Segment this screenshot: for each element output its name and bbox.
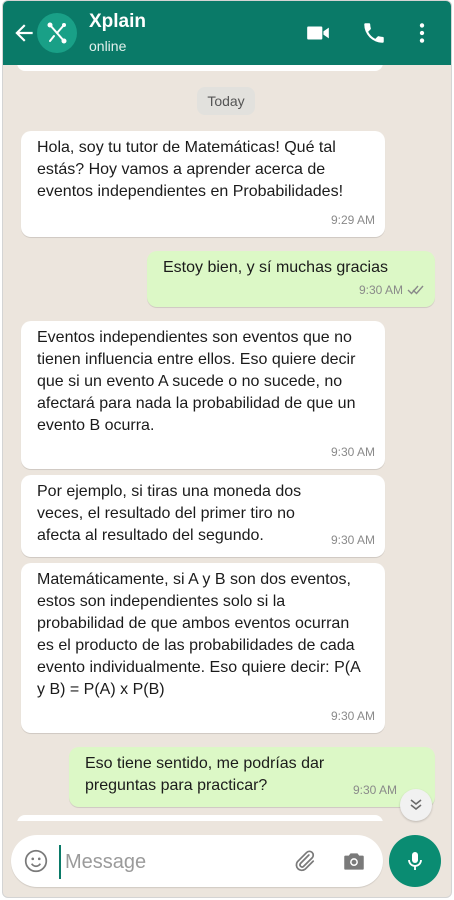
message-bubble-incoming[interactable]: Por ejemplo, si tiras una moneda dos vec… <box>21 475 385 557</box>
emoji-icon[interactable] <box>23 848 49 874</box>
next-message-edge <box>17 815 383 821</box>
message-bubble-outgoing[interactable]: Estoy bien, y sí muchas gracias 9:30 AM <box>147 251 435 307</box>
xplain-logo-icon <box>47 22 67 44</box>
paperclip-icon[interactable] <box>291 848 317 874</box>
video-call-icon[interactable] <box>305 20 331 46</box>
message-time: 9:30 AM <box>330 445 375 459</box>
microphone-button[interactable] <box>389 835 441 887</box>
message-text: Estoy bien, y sí muchas gracias <box>163 259 388 276</box>
more-vertical-icon[interactable] <box>409 20 435 46</box>
chat-header: Xplain online <box>3 1 451 65</box>
contact-status: online <box>89 38 127 54</box>
double-check-icon <box>407 285 424 295</box>
phone-icon[interactable] <box>361 20 387 46</box>
message-bubble-outgoing[interactable]: Eso tiene sentido, me podrías dar pregun… <box>69 747 435 807</box>
message-time: 9:30 AM <box>359 279 425 301</box>
message-time: 9:30 AM <box>330 709 375 723</box>
camera-icon[interactable] <box>341 848 367 874</box>
chat-window: Xplain online Today Hola, soy tu tutor d… <box>2 0 452 898</box>
message-time: 9:30 AM <box>352 783 397 797</box>
message-bubble-incoming[interactable]: Eventos independientes son eventos que n… <box>21 321 385 469</box>
scroll-to-bottom-button[interactable] <box>400 789 432 821</box>
avatar[interactable] <box>37 13 77 53</box>
arrow-left-icon[interactable] <box>11 20 37 46</box>
microphone-icon <box>408 852 422 870</box>
message-bubble-incoming[interactable]: Matemáticamente, si A y B son dos evento… <box>21 563 385 733</box>
message-text: Por ejemplo, si tiras una moneda dos vec… <box>37 483 302 544</box>
message-input[interactable] <box>59 845 287 879</box>
double-chevron-down-icon <box>410 799 422 811</box>
message-list[interactable]: Today Hola, soy tu tutor de Matemáticas!… <box>3 65 451 821</box>
message-composer <box>11 835 383 887</box>
message-text: Eventos independientes son eventos que n… <box>37 329 356 434</box>
message-time: 9:29 AM <box>330 213 375 227</box>
message-time: 9:30 AM <box>330 533 375 547</box>
contact-name[interactable]: Xplain <box>89 11 146 33</box>
previous-message-edge <box>17 65 383 71</box>
date-divider: Today <box>197 87 255 115</box>
message-text: Hola, soy tu tutor de Matemáticas! Qué t… <box>37 139 344 200</box>
message-bubble-incoming[interactable]: Hola, soy tu tutor de Matemáticas! Qué t… <box>21 131 385 237</box>
message-text: Matemáticamente, si A y B son dos evento… <box>37 571 360 698</box>
